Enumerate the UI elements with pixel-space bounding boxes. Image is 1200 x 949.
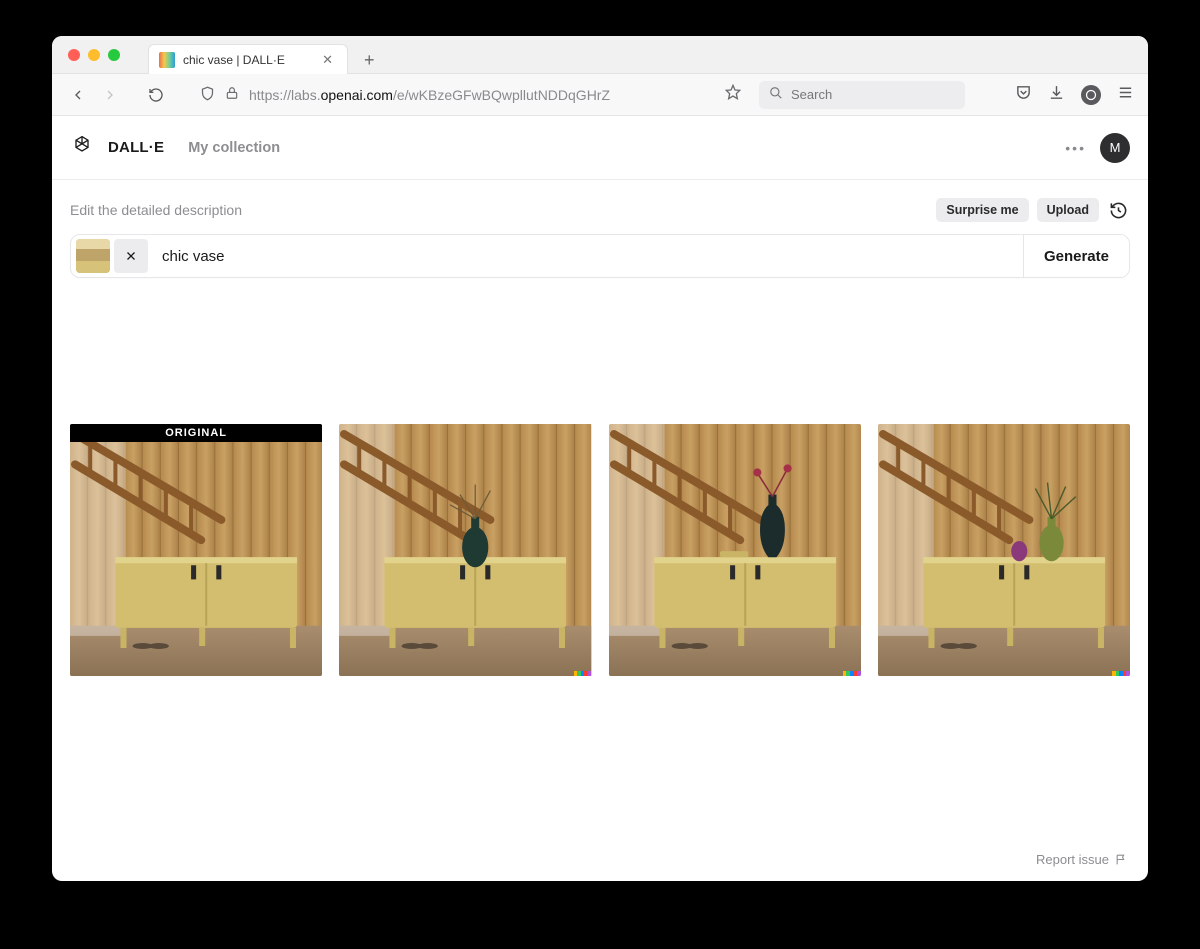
url-toolbar: https://labs.openai.com/e/wKBzeGFwBQwpll… [52,74,1148,116]
browser-tabs: chic vase | DALL·E ✕ + [148,36,381,73]
openai-logo-icon [70,133,94,162]
footer: Report issue [70,840,1130,881]
url-field[interactable]: https://labs.openai.com/e/wKBzeGFwBQwpll… [200,86,610,104]
original-badge: ORIGINAL [70,424,322,442]
app-header: DALL·E My collection ••• M [52,116,1148,180]
history-icon[interactable] [1107,199,1130,222]
toolbar-right-icons [1015,84,1134,106]
window-maximize-button[interactable] [108,49,120,61]
results-gallery: ORIGINAL [70,424,1130,676]
browser-window: chic vase | DALL·E ✕ + https://labs.open… [52,36,1148,881]
watermark-icon [843,671,861,676]
tab-favicon-icon [159,52,175,68]
nav-forward-button[interactable] [98,83,122,107]
browser-profile-icon[interactable] [1081,85,1101,105]
flag-icon [1115,853,1128,866]
reference-image-thumbnail[interactable] [76,239,110,273]
report-issue-link[interactable]: Report issue [1036,852,1128,867]
search-icon [769,86,783,103]
main-content: Edit the detailed description Surprise m… [52,180,1148,881]
hamburger-icon[interactable] [1117,84,1134,106]
traffic-lights [68,49,120,61]
more-icon[interactable]: ••• [1065,140,1086,156]
prompt-input[interactable] [148,248,1023,265]
watermark-icon [574,671,592,676]
search-placeholder: Search [791,87,832,102]
window-minimize-button[interactable] [88,49,100,61]
nav-reload-button[interactable] [144,83,168,107]
lock-icon [225,86,239,103]
url-text: https://labs.openai.com/e/wKBzeGFwBQwpll… [249,87,610,103]
nav-back-button[interactable] [66,83,90,107]
clear-image-button[interactable] [114,239,148,273]
prompt-header-row: Edit the detailed description Surprise m… [70,198,1130,222]
pocket-icon[interactable] [1015,84,1032,106]
prompt-hint: Edit the detailed description [70,202,242,218]
result-image-3[interactable] [878,424,1130,676]
generate-button[interactable]: Generate [1023,235,1129,277]
surprise-me-button[interactable]: Surprise me [936,198,1028,222]
prompt-input-bar: Generate [70,234,1130,278]
upload-button[interactable]: Upload [1037,198,1099,222]
browser-search-input[interactable]: Search [759,81,965,109]
new-tab-button[interactable]: + [358,48,381,73]
result-image-original[interactable]: ORIGINAL [70,424,322,676]
result-image-1[interactable] [339,424,591,676]
user-avatar[interactable]: M [1100,133,1130,163]
tab-close-icon[interactable]: ✕ [318,52,337,68]
window-titlebar: chic vase | DALL·E ✕ + [52,36,1148,74]
my-collection-link[interactable]: My collection [188,140,280,156]
browser-tab[interactable]: chic vase | DALL·E ✕ [148,44,348,74]
result-image-2[interactable] [609,424,861,676]
bookmark-icon[interactable] [725,84,741,105]
shield-icon [200,86,215,104]
watermark-icon [1112,671,1130,676]
tab-title: chic vase | DALL·E [183,53,285,67]
brand-name: DALL·E [108,139,164,156]
window-close-button[interactable] [68,49,80,61]
download-icon[interactable] [1048,84,1065,106]
